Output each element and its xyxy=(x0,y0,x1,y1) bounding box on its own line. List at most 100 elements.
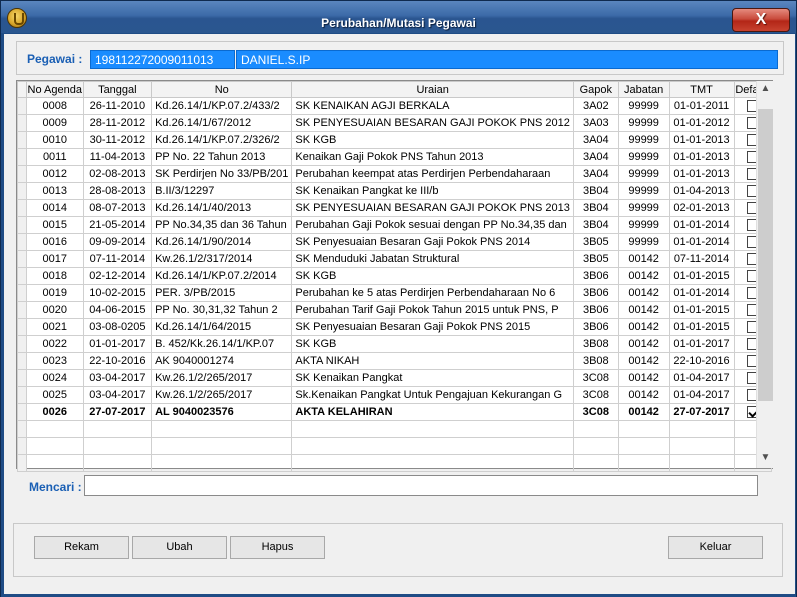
cell-no-agenda[interactable]: 0023 xyxy=(25,352,84,370)
cell-no[interactable]: B. 452/Kk.26.14/1/KP.07 xyxy=(151,335,293,353)
cell-uraian[interactable]: Perubahan Gaji Pokok sesuai dengan PP No… xyxy=(291,216,574,234)
cell-no[interactable]: PP No.34,35 dan 36 Tahun xyxy=(151,216,293,234)
table-row[interactable]: 0019 10-02-2015 PER. 3/PB/2015 Perubahan ke… xyxy=(17,284,773,302)
cell-gapok[interactable]: 3B08 xyxy=(572,352,619,370)
cell-tanggal[interactable]: 01-01-2017 xyxy=(82,335,153,353)
cell-tmt[interactable]: 01-04-2013 xyxy=(668,182,735,200)
title-bar[interactable]: Perubahan/Mutasi Pegawai X xyxy=(1,1,796,33)
cell-tanggal[interactable]: 03-04-2017 xyxy=(82,386,153,404)
cell-jabatan[interactable]: 00142 xyxy=(617,301,670,319)
row-indicator[interactable] xyxy=(17,199,27,217)
cell-no-agenda[interactable]: 0015 xyxy=(25,216,84,234)
cell-no[interactable]: SK Perdirjen No 33/PB/201 xyxy=(151,165,293,183)
col-header-uraian[interactable]: Uraian xyxy=(291,81,574,98)
ubah-button[interactable]: Ubah xyxy=(132,536,227,559)
cell-uraian[interactable]: Perubahan keempat atas Perdirjen Perbend… xyxy=(291,165,574,183)
row-indicator[interactable] xyxy=(17,318,27,336)
table-row[interactable]: 0021 03-08-0205 Kd.26.14/1/64/2015 SK Penye… xyxy=(17,318,773,336)
cell-gapok[interactable]: 3B04 xyxy=(572,216,619,234)
cell-tmt[interactable]: 01-01-2015 xyxy=(668,318,735,336)
cell-no[interactable]: PP No. 22 Tahun 2013 xyxy=(151,148,293,166)
cell-jabatan[interactable]: 99999 xyxy=(617,216,670,234)
cell-tmt[interactable]: 01-01-2013 xyxy=(668,148,735,166)
cell-no[interactable]: Kd.26.14/1/KP.07.2/433/2 xyxy=(151,97,293,115)
cell-tmt[interactable]: 07-11-2014 xyxy=(668,250,735,268)
table-row[interactable]: 0009 28-11-2012 Kd.26.14/1/67/2012 SK PENYE… xyxy=(17,114,773,132)
cell-gapok[interactable]: 3A04 xyxy=(572,148,619,166)
cell-tanggal[interactable]: 22-10-2016 xyxy=(82,352,153,370)
col-header-jabatan[interactable]: Jabatan xyxy=(617,81,670,98)
cell-uraian[interactable]: SK KGB xyxy=(291,335,574,353)
row-indicator[interactable] xyxy=(17,233,27,251)
cell-gapok[interactable]: 3A04 xyxy=(572,165,619,183)
cell-jabatan[interactable]: 00142 xyxy=(617,267,670,285)
row-indicator[interactable] xyxy=(17,403,27,421)
cell-tanggal[interactable]: 27-07-2017 xyxy=(82,403,153,421)
cell-gapok[interactable]: 3B06 xyxy=(572,284,619,302)
cell-tanggal[interactable]: 28-08-2013 xyxy=(82,182,153,200)
cell-gapok[interactable]: 3A04 xyxy=(572,131,619,149)
row-indicator[interactable] xyxy=(17,267,27,285)
nama-field[interactable]: DANIEL.S.IP xyxy=(236,50,778,69)
cell-no[interactable]: Kw.26.1/2/265/2017 xyxy=(151,369,293,387)
table-row[interactable]: 0015 21-05-2014 PP No.34,35 dan 36 Tahun Pe… xyxy=(17,216,773,234)
cell-uraian[interactable]: SK Penyesuaian Besaran Gaji Pokok PNS 20… xyxy=(291,318,574,336)
row-indicator[interactable] xyxy=(17,369,27,387)
row-indicator[interactable] xyxy=(17,335,27,353)
cell-no-agenda[interactable]: 0020 xyxy=(25,301,84,319)
cell-tmt[interactable]: 01-01-2014 xyxy=(668,233,735,251)
cell-no-agenda[interactable]: 0008 xyxy=(25,97,84,115)
col-header-no-agenda[interactable]: No Agenda xyxy=(25,81,84,98)
cell-tanggal[interactable]: 03-04-2017 xyxy=(82,369,153,387)
cell-uraian[interactable]: Sk.Kenaikan Pangkat Untuk Pengajuan Keku… xyxy=(291,386,574,404)
table-row[interactable]: 0020 04-06-2015 PP No. 30,31,32 Tahun 2 Per… xyxy=(17,301,773,319)
cell-uraian[interactable]: SK Kenaikan Pangkat ke III/b xyxy=(291,182,574,200)
cell-jabatan[interactable]: 99999 xyxy=(617,97,670,115)
row-indicator[interactable] xyxy=(17,165,27,183)
scrollbar-thumb[interactable] xyxy=(758,109,773,401)
cell-uraian[interactable]: AKTA KELAHIRAN xyxy=(291,403,574,421)
cell-tmt[interactable]: 01-01-2011 xyxy=(668,97,735,115)
cell-tmt[interactable]: 01-01-2014 xyxy=(668,216,735,234)
cell-tanggal[interactable]: 10-02-2015 xyxy=(82,284,153,302)
cell-jabatan[interactable]: 99999 xyxy=(617,114,670,132)
cell-no[interactable]: PER. 3/PB/2015 xyxy=(151,284,293,302)
cell-gapok[interactable]: 3B08 xyxy=(572,335,619,353)
cell-no[interactable]: Kd.26.14/1/40/2013 xyxy=(151,199,293,217)
row-indicator[interactable] xyxy=(17,284,27,302)
cell-uraian[interactable]: AKTA NIKAH xyxy=(291,352,574,370)
nip-field[interactable]: 198112272009011013 xyxy=(90,50,235,69)
cell-no-agenda[interactable]: 0019 xyxy=(25,284,84,302)
rekam-button[interactable]: Rekam xyxy=(34,536,129,559)
cell-no[interactable]: PP No. 30,31,32 Tahun 2 xyxy=(151,301,293,319)
cell-gapok[interactable]: 3A03 xyxy=(572,114,619,132)
row-indicator[interactable] xyxy=(17,386,27,404)
cell-tanggal[interactable]: 02-08-2013 xyxy=(82,165,153,183)
cell-jabatan[interactable]: 00142 xyxy=(617,369,670,387)
cell-tanggal[interactable]: 26-11-2010 xyxy=(82,97,153,115)
col-header-gapok[interactable]: Gapok xyxy=(572,81,619,98)
cell-tanggal[interactable]: 04-06-2015 xyxy=(82,301,153,319)
hapus-button[interactable]: Hapus xyxy=(230,536,325,559)
vertical-scrollbar[interactable]: ▲ ▼ xyxy=(756,81,773,468)
col-header-tanggal[interactable]: Tanggal xyxy=(82,81,153,98)
cell-jabatan[interactable]: 00142 xyxy=(617,284,670,302)
cell-no[interactable]: AK 9040001274 xyxy=(151,352,293,370)
table-row[interactable]: 0024 03-04-2017 Kw.26.1/2/265/2017 SK Kenai… xyxy=(17,369,773,387)
cell-tanggal[interactable]: 03-08-0205 xyxy=(82,318,153,336)
cell-tanggal[interactable]: 07-11-2014 xyxy=(82,250,153,268)
row-indicator[interactable] xyxy=(17,250,27,268)
cell-tmt[interactable]: 22-10-2016 xyxy=(668,352,735,370)
cell-uraian[interactable]: Perubahan ke 5 atas Perdirjen Perbendaha… xyxy=(291,284,574,302)
cell-jabatan[interactable]: 00142 xyxy=(617,335,670,353)
chevron-up-icon[interactable]: ▲ xyxy=(757,81,774,97)
table-row[interactable]: 0010 30-11-2012 Kd.26.14/1/KP.07.2/326/2 SK… xyxy=(17,131,773,149)
row-indicator[interactable] xyxy=(17,131,27,149)
cell-uraian[interactable]: SK Kenaikan Pangkat xyxy=(291,369,574,387)
cell-tmt[interactable]: 01-01-2015 xyxy=(668,301,735,319)
row-indicator[interactable] xyxy=(17,148,27,166)
cell-no-agenda[interactable]: 0026 xyxy=(25,403,84,421)
cell-uraian[interactable]: SK Penyesuaian Besaran Gaji Pokok PNS 20… xyxy=(291,233,574,251)
cell-jabatan[interactable]: 99999 xyxy=(617,148,670,166)
cell-tanggal[interactable]: 08-07-2013 xyxy=(82,199,153,217)
